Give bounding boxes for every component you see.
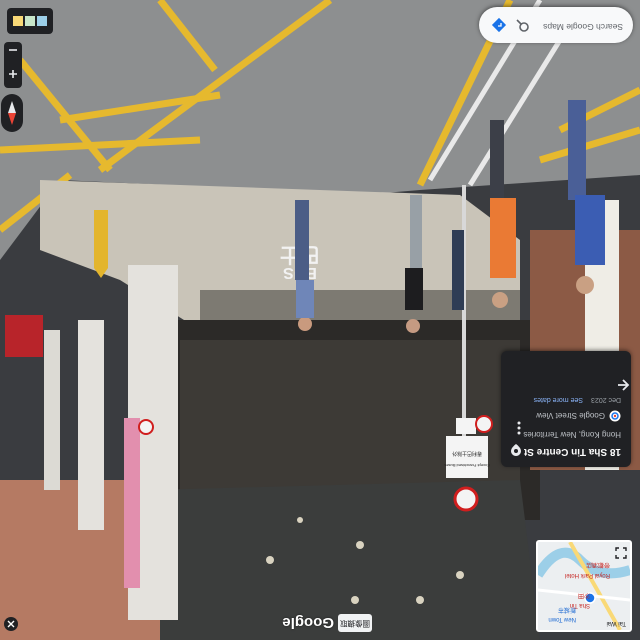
compass-icon xyxy=(5,95,19,126)
plus-icon[interactable] xyxy=(8,64,18,82)
layers-icon xyxy=(13,9,47,28)
location-info-card[interactable]: 18 Sha Tin Centre St Hong Kong, New Terr… xyxy=(501,351,631,467)
minimap-label-new-town: New Town xyxy=(548,616,576,622)
minimap[interactable]: Tai Wai Sha Tin 沙田 New Town 新城市 Royal Pa… xyxy=(536,540,632,632)
compass[interactable] xyxy=(1,94,23,132)
close-icon[interactable] xyxy=(4,612,18,631)
pin-icon xyxy=(511,439,521,457)
street-view-icon xyxy=(609,405,621,423)
street-view-brand: Google Street View xyxy=(536,411,605,420)
zoom-controls[interactable] xyxy=(4,42,22,88)
directions-icon[interactable] xyxy=(491,12,507,33)
minimap-label-royal-park: Royal Park Hotel xyxy=(564,572,610,578)
see-more-dates-link[interactable]: See more dates xyxy=(534,396,583,403)
capture-date: Dec 2023 xyxy=(591,396,621,403)
location-title: 18 Sha Tin Centre St xyxy=(523,446,621,457)
google-logo: Google xyxy=(282,614,334,631)
arrow-back-icon[interactable] xyxy=(616,373,630,392)
search-icon[interactable] xyxy=(516,14,529,32)
minimap-label-sha-tin-cn: 沙田 xyxy=(577,592,590,598)
search-bar[interactable]: Search Google Maps xyxy=(479,7,633,43)
fullscreen-icon[interactable] xyxy=(615,542,627,560)
minimap-label-tai-wai: Tai Wai xyxy=(606,620,626,626)
minus-icon[interactable] xyxy=(8,40,18,58)
minimap-label-new-town-cn: 新城市 xyxy=(557,606,576,612)
minimap-label-royal-park-cn: 帝都酒店 xyxy=(585,561,610,567)
maps-ui-overlay: 18 Sha Tin Centre St Hong Kong, New Terr… xyxy=(0,0,640,640)
more-options-icon[interactable] xyxy=(517,416,521,435)
image-capture-badge: 圖像擷取 xyxy=(338,614,372,632)
search-input[interactable]: Search Google Maps xyxy=(543,22,623,32)
layers-control[interactable] xyxy=(7,8,53,34)
location-subtitle: Hong Kong, New Territories xyxy=(523,430,621,439)
